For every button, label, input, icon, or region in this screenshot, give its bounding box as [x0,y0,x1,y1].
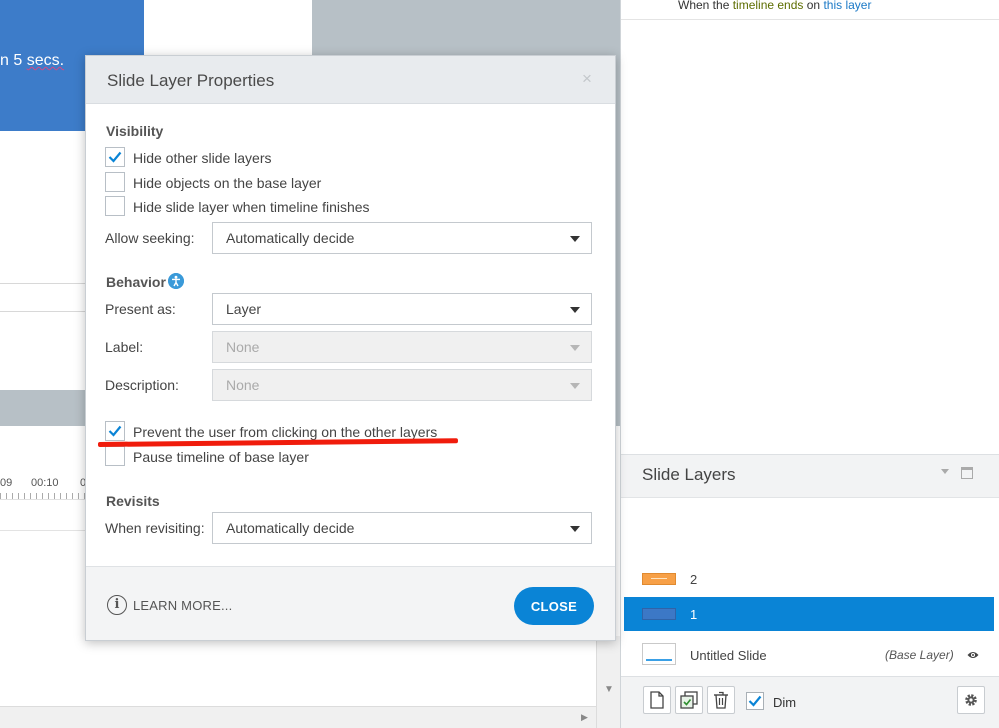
revisits-heading: Revisits [106,493,160,509]
new-page-icon [650,691,664,709]
checkmark-icon [748,695,762,707]
layer-name: 2 [690,572,698,587]
hide-base-objects-label: Hide objects on the base layer [133,175,322,191]
dim-label: Dim [773,695,797,710]
base-layer-thumbnail [642,643,676,665]
dialog-title: Slide Layer Properties [107,71,275,90]
when-revisiting-select[interactable]: Automatically decide [212,512,592,544]
layer-name: 1 [690,607,698,622]
timeline-tick: 00:10 [31,477,59,489]
duplicate-icon [680,691,698,709]
panel-menu-caret-icon[interactable] [941,469,949,474]
timeline-row [0,530,86,531]
slide-layers-title: Slide Layers [642,465,736,484]
hide-other-layers-checkbox[interactable] [105,147,125,167]
hide-other-layers-label: Hide other slide layers [133,150,272,166]
allow-seeking-select[interactable]: Automatically decide [212,222,592,254]
behavior-heading: Behavior [106,274,166,290]
when-revisiting-value: Automatically decide [226,520,355,536]
present-as-label: Present as: [105,301,176,317]
layer-settings-button[interactable] [957,686,985,714]
description-value: None [226,377,260,393]
visibility-heading: Visibility [106,123,164,139]
layer-thumbnail [642,573,676,585]
description-select: None [212,369,592,401]
prevent-clicking-label: Prevent the user from clicking on the ot… [133,424,438,440]
delete-layer-button[interactable] [707,686,735,714]
layer-thumbnail [642,608,676,620]
slide-divider [0,283,86,284]
layer-label-value: None [226,339,260,355]
eye-icon[interactable] [967,650,979,660]
pause-base-timeline-checkbox[interactable] [105,446,125,466]
when-revisiting-label: When revisiting: [105,520,205,536]
hide-base-objects-checkbox[interactable] [105,172,125,192]
description-label: Description: [105,377,179,393]
vertical-scrollbar[interactable]: ▼ [596,636,620,728]
layer-label-label: Label: [105,339,144,355]
layer-row-selected[interactable]: 1 [624,597,994,631]
dim-checkbox[interactable] [746,692,764,710]
base-layer-tag: (Base Layer) [885,648,954,662]
scroll-right-arrow-icon[interactable]: ▶ [581,712,588,723]
dialog-header: Slide Layer Properties × [86,56,615,104]
horizontal-scrollbar[interactable]: ▶ [0,706,596,728]
chevron-down-icon [570,345,580,351]
gear-icon [965,694,977,706]
chevron-down-icon [570,236,580,242]
layer-label-select: None [212,331,592,363]
trigger-description[interactable]: When the timeline ends on this layer [678,0,871,12]
base-layer-name: Untitled Slide [690,648,767,663]
layer-row[interactable]: 2 [624,562,994,596]
chevron-down-icon [570,383,580,389]
ruler-marks [0,493,86,499]
close-button[interactable]: CLOSE [514,587,594,625]
slide-layer-properties-dialog: Slide Layer Properties × Visibility Hide… [85,55,616,641]
base-layer-row[interactable]: Untitled Slide (Base Layer) [624,637,994,673]
new-layer-button[interactable] [643,686,671,714]
divider [621,19,999,20]
trash-icon [714,691,728,709]
present-as-value: Layer [226,301,262,317]
close-icon[interactable]: × [582,69,592,89]
scroll-down-arrow-icon[interactable]: ▼ [604,684,614,695]
hide-when-finished-checkbox[interactable] [105,196,125,216]
chevron-down-icon [570,307,580,313]
hide-when-finished-label: Hide slide layer when timeline finishes [133,199,370,215]
present-as-select[interactable]: Layer [212,293,592,325]
accessibility-info-icon[interactable] [168,273,184,289]
slide-caption-text: n 5 secs. [0,52,65,69]
checkmark-icon [108,425,122,437]
pause-base-timeline-label: Pause timeline of base layer [133,449,309,465]
allow-seeking-label: Allow seeking: [105,230,195,246]
duplicate-layer-button[interactable] [675,686,703,714]
dialog-footer: i LEARN MORE... CLOSE [86,566,615,640]
prevent-clicking-checkbox[interactable] [105,421,125,441]
timeline-tick: 09 [0,477,13,489]
slide-divider [0,311,86,312]
checkmark-icon [108,151,122,163]
allow-seeking-value: Automatically decide [226,230,355,246]
learn-more-link[interactable]: LEARN MORE... [133,598,232,613]
chevron-down-icon [570,526,580,532]
panel-restore-icon[interactable] [961,467,973,479]
info-icon[interactable]: i [107,595,127,615]
